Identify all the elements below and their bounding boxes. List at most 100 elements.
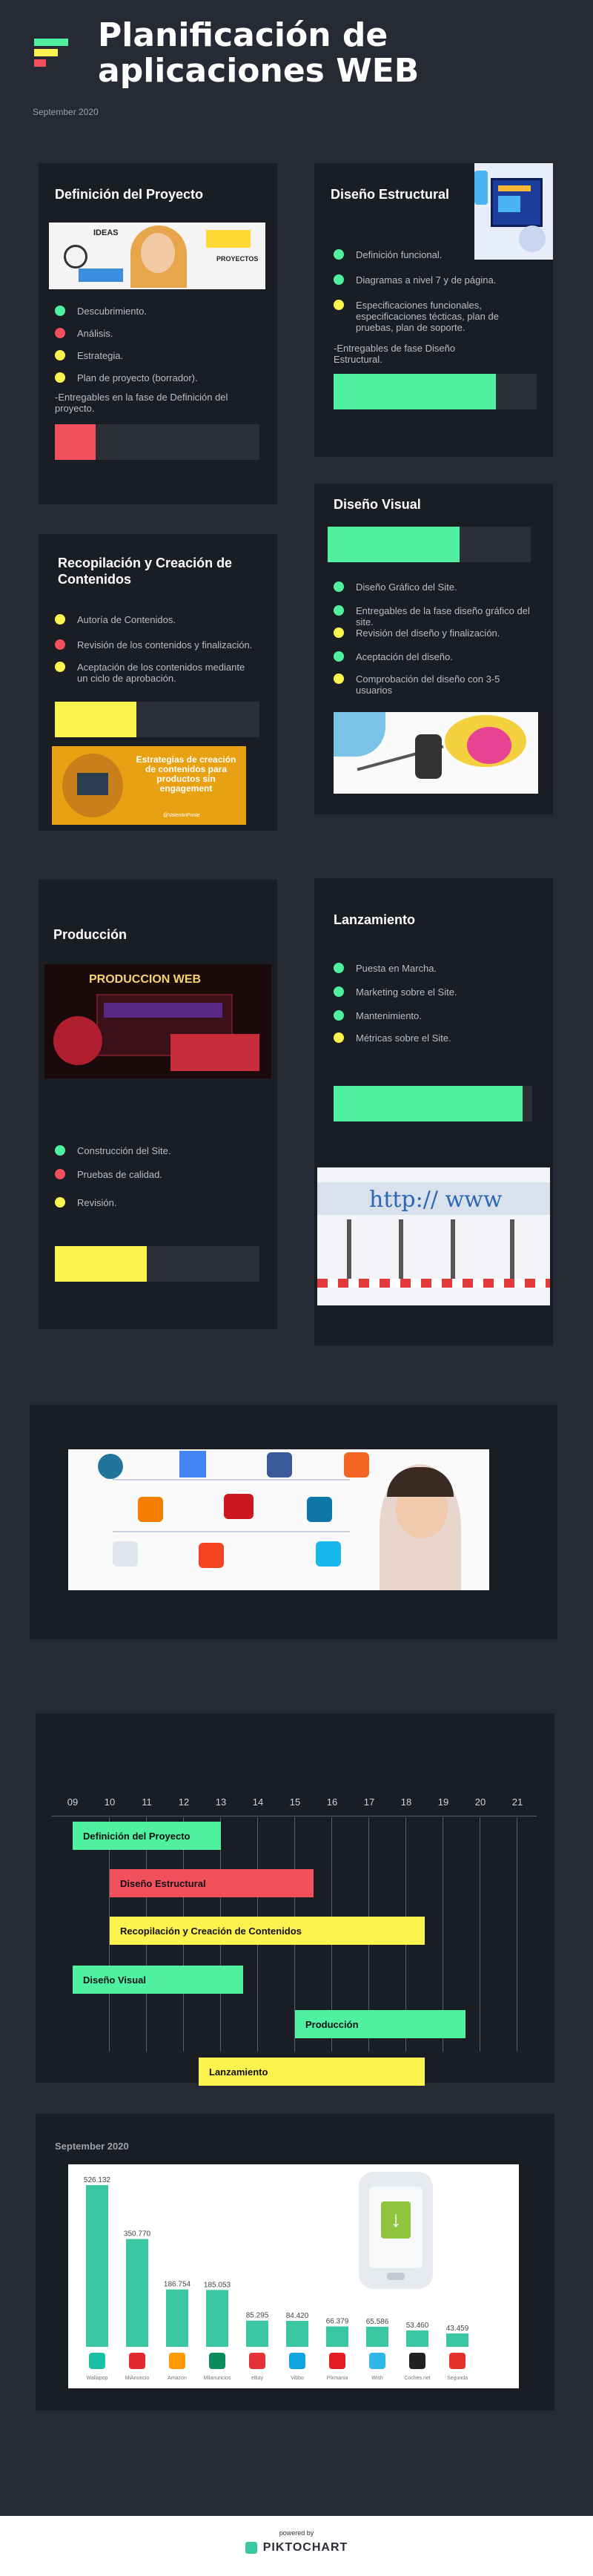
bar-chart-card: September 2020 526.132 Wallapop 350.770 MiA… bbox=[36, 2114, 554, 2411]
chart-bar bbox=[406, 2330, 428, 2347]
card-visual: Diseño Visual Diseño Gráfico del Site. E… bbox=[314, 484, 553, 814]
bullet-item: Aceptación de los contenidos mediante un… bbox=[55, 662, 255, 684]
gantt-hour-label: 12 bbox=[178, 1796, 190, 1808]
gantt-hour-label: 15 bbox=[289, 1796, 301, 1808]
chart-bar bbox=[366, 2326, 388, 2347]
social-media-image bbox=[68, 1449, 489, 1590]
web-design-illustration bbox=[474, 163, 553, 260]
joomla-icon bbox=[199, 1543, 224, 1568]
brand-logo-icon bbox=[209, 2353, 225, 2369]
bullet-item: Diagramas a nivel 7 y de página. bbox=[334, 274, 532, 286]
bullet-item: Revisión. bbox=[55, 1197, 262, 1208]
card-title: Diseño Visual bbox=[334, 497, 421, 512]
chart-value-label: 84.420 bbox=[286, 2312, 309, 2320]
chart-category-label: Pixmania bbox=[327, 2376, 348, 2381]
brand-logo-icon bbox=[289, 2353, 305, 2369]
chart-value-label: 43.459 bbox=[446, 2325, 469, 2333]
piktochart-logo-icon bbox=[245, 2542, 257, 2554]
bullet-item: Especificaciones funcionales, especifica… bbox=[334, 300, 532, 333]
social-media-card bbox=[30, 1405, 557, 1639]
bullet-item: Métricas sobre el Site. bbox=[334, 1032, 534, 1044]
chart-value-label: 85.295 bbox=[246, 2312, 269, 2320]
chart-value-label: 66.379 bbox=[326, 2318, 349, 2326]
chart-category-label: MiAnuncio bbox=[125, 2376, 150, 2381]
card-recopilacion: Recopilación y Creación de Contenidos Au… bbox=[39, 534, 277, 831]
chart-panel: 526.132 Wallapop 350.770 MiAnuncio 186.754 Am… bbox=[68, 2164, 519, 2388]
linkedin-icon bbox=[307, 1497, 332, 1522]
progress-bar bbox=[334, 374, 537, 409]
brand-logo-icon bbox=[129, 2353, 145, 2369]
card-title: Lanzamiento bbox=[334, 912, 416, 927]
logo-icon bbox=[34, 39, 71, 68]
gantt-hour-label: 18 bbox=[400, 1796, 412, 1808]
gantt-hour-label: 09 bbox=[67, 1796, 79, 1808]
gantt-task-bar: Lanzamiento bbox=[199, 2058, 425, 2086]
gantt-hour-label: 10 bbox=[104, 1796, 116, 1808]
wordpress-icon bbox=[98, 1454, 123, 1479]
ideas-image: IDEAS PROYECTOS bbox=[49, 223, 265, 289]
gantt-hour-label: 11 bbox=[142, 1796, 152, 1808]
gantt-hour-label: 16 bbox=[326, 1796, 338, 1808]
chart-value-label: 53.460 bbox=[406, 2322, 429, 2330]
card-title: Recopilación y Creación de Contenidos bbox=[58, 556, 233, 587]
card-title: Definición del Proyecto bbox=[55, 187, 204, 202]
gantt-task-bar: Definición del Proyecto bbox=[73, 1822, 221, 1850]
brand-logo-icon bbox=[409, 2353, 425, 2369]
chart-bar bbox=[446, 2333, 468, 2347]
bullet-item: Aceptación del diseño. bbox=[334, 651, 534, 662]
chart-category-label: Coches.net bbox=[404, 2376, 430, 2381]
card-produccion: Producción PRODUCCION WEB Construcción d… bbox=[39, 880, 277, 1329]
gantt-hour-label: 19 bbox=[437, 1796, 449, 1808]
google-icon bbox=[179, 1451, 206, 1478]
download-phone-illustration: ↓ bbox=[359, 2172, 433, 2289]
bullet-item: Revisión del diseño y finalización. bbox=[334, 627, 534, 639]
page-title: Planificación de aplicaciones WEB bbox=[98, 16, 420, 90]
brand-logo-icon bbox=[89, 2353, 105, 2369]
brand-logo-icon bbox=[369, 2353, 385, 2369]
chart-category-label: Wish bbox=[371, 2376, 383, 2381]
youtube-icon bbox=[224, 1494, 254, 1519]
download-icon: ↓ bbox=[381, 2201, 411, 2239]
card-title: Producción bbox=[53, 927, 127, 942]
design-illustration bbox=[334, 712, 538, 794]
bullet-item: Autoría de Contenidos. bbox=[55, 614, 262, 625]
chart-value-label: 186.754 bbox=[164, 2281, 191, 2289]
gantt-hour-label: 20 bbox=[474, 1796, 486, 1808]
chart-value-label: 65.586 bbox=[366, 2318, 389, 2326]
chart-bar bbox=[246, 2320, 268, 2347]
progress-bar bbox=[55, 424, 259, 460]
card-definicion: Definición del Proyecto IDEAS PROYECTOS … bbox=[39, 163, 277, 504]
gantt-hour-label: 13 bbox=[215, 1796, 227, 1808]
progress-bar bbox=[55, 1246, 259, 1282]
chart-title: September 2020 bbox=[55, 2141, 129, 2152]
production-image: PRODUCCION WEB bbox=[44, 964, 271, 1078]
gantt-hour-label: 17 bbox=[363, 1796, 375, 1808]
card-lanzamiento: Lanzamiento Puesta en Marcha. Marketing … bbox=[314, 878, 553, 1345]
gantt-chart: 09 10 11 12 13 14 15 16 17 18 19 20 21 Definición del… bbox=[52, 1796, 537, 2086]
vimeo-icon bbox=[316, 1541, 341, 1567]
launch-image: http:// www bbox=[317, 1167, 550, 1305]
facebook-icon bbox=[267, 1452, 292, 1478]
bar-chart: 526.132 Wallapop 350.770 MiAnuncio 186.754 Am… bbox=[84, 2176, 469, 2381]
gantt-task-bar: Recopilación y Creación de Contenidos bbox=[110, 1917, 425, 1945]
gantt-task-bar: Diseño Visual bbox=[73, 1966, 243, 1994]
bullet-item: Revisión de los contenidos y finalizació… bbox=[55, 639, 255, 650]
bullet-item: Construcción del Site. bbox=[55, 1145, 262, 1156]
bullet-item: Análisis. bbox=[55, 328, 262, 339]
piktochart-brand[interactable]: PIKTOCHART bbox=[263, 2541, 348, 2554]
chart-category-label: eBay bbox=[251, 2376, 263, 2381]
brand-logo-icon bbox=[329, 2353, 345, 2369]
bullet-item: Diseño Gráfico del Site. bbox=[334, 582, 534, 593]
header-date: September 2020 bbox=[33, 107, 99, 117]
footer: powered by PIKTOCHART bbox=[0, 2516, 593, 2576]
chart-category-label: Vibbo bbox=[291, 2376, 304, 2381]
gantt-card: 09 10 11 12 13 14 15 16 17 18 19 20 21 Definición del… bbox=[36, 1713, 554, 2086]
bullet-item: Estrategia. bbox=[55, 350, 262, 361]
card-title: Diseño Estructural bbox=[331, 187, 450, 202]
bullet-item: Puesta en Marcha. bbox=[334, 963, 534, 974]
brand-logo-icon bbox=[449, 2353, 466, 2369]
deliverables-note: -Entregables en la fase de Definición de… bbox=[55, 392, 228, 414]
chart-value-label: 185.053 bbox=[204, 2281, 231, 2289]
bullet-item: Comprobación del diseño con 3-5 usuarios bbox=[334, 673, 534, 696]
gantt-hour-label: 14 bbox=[252, 1796, 264, 1808]
